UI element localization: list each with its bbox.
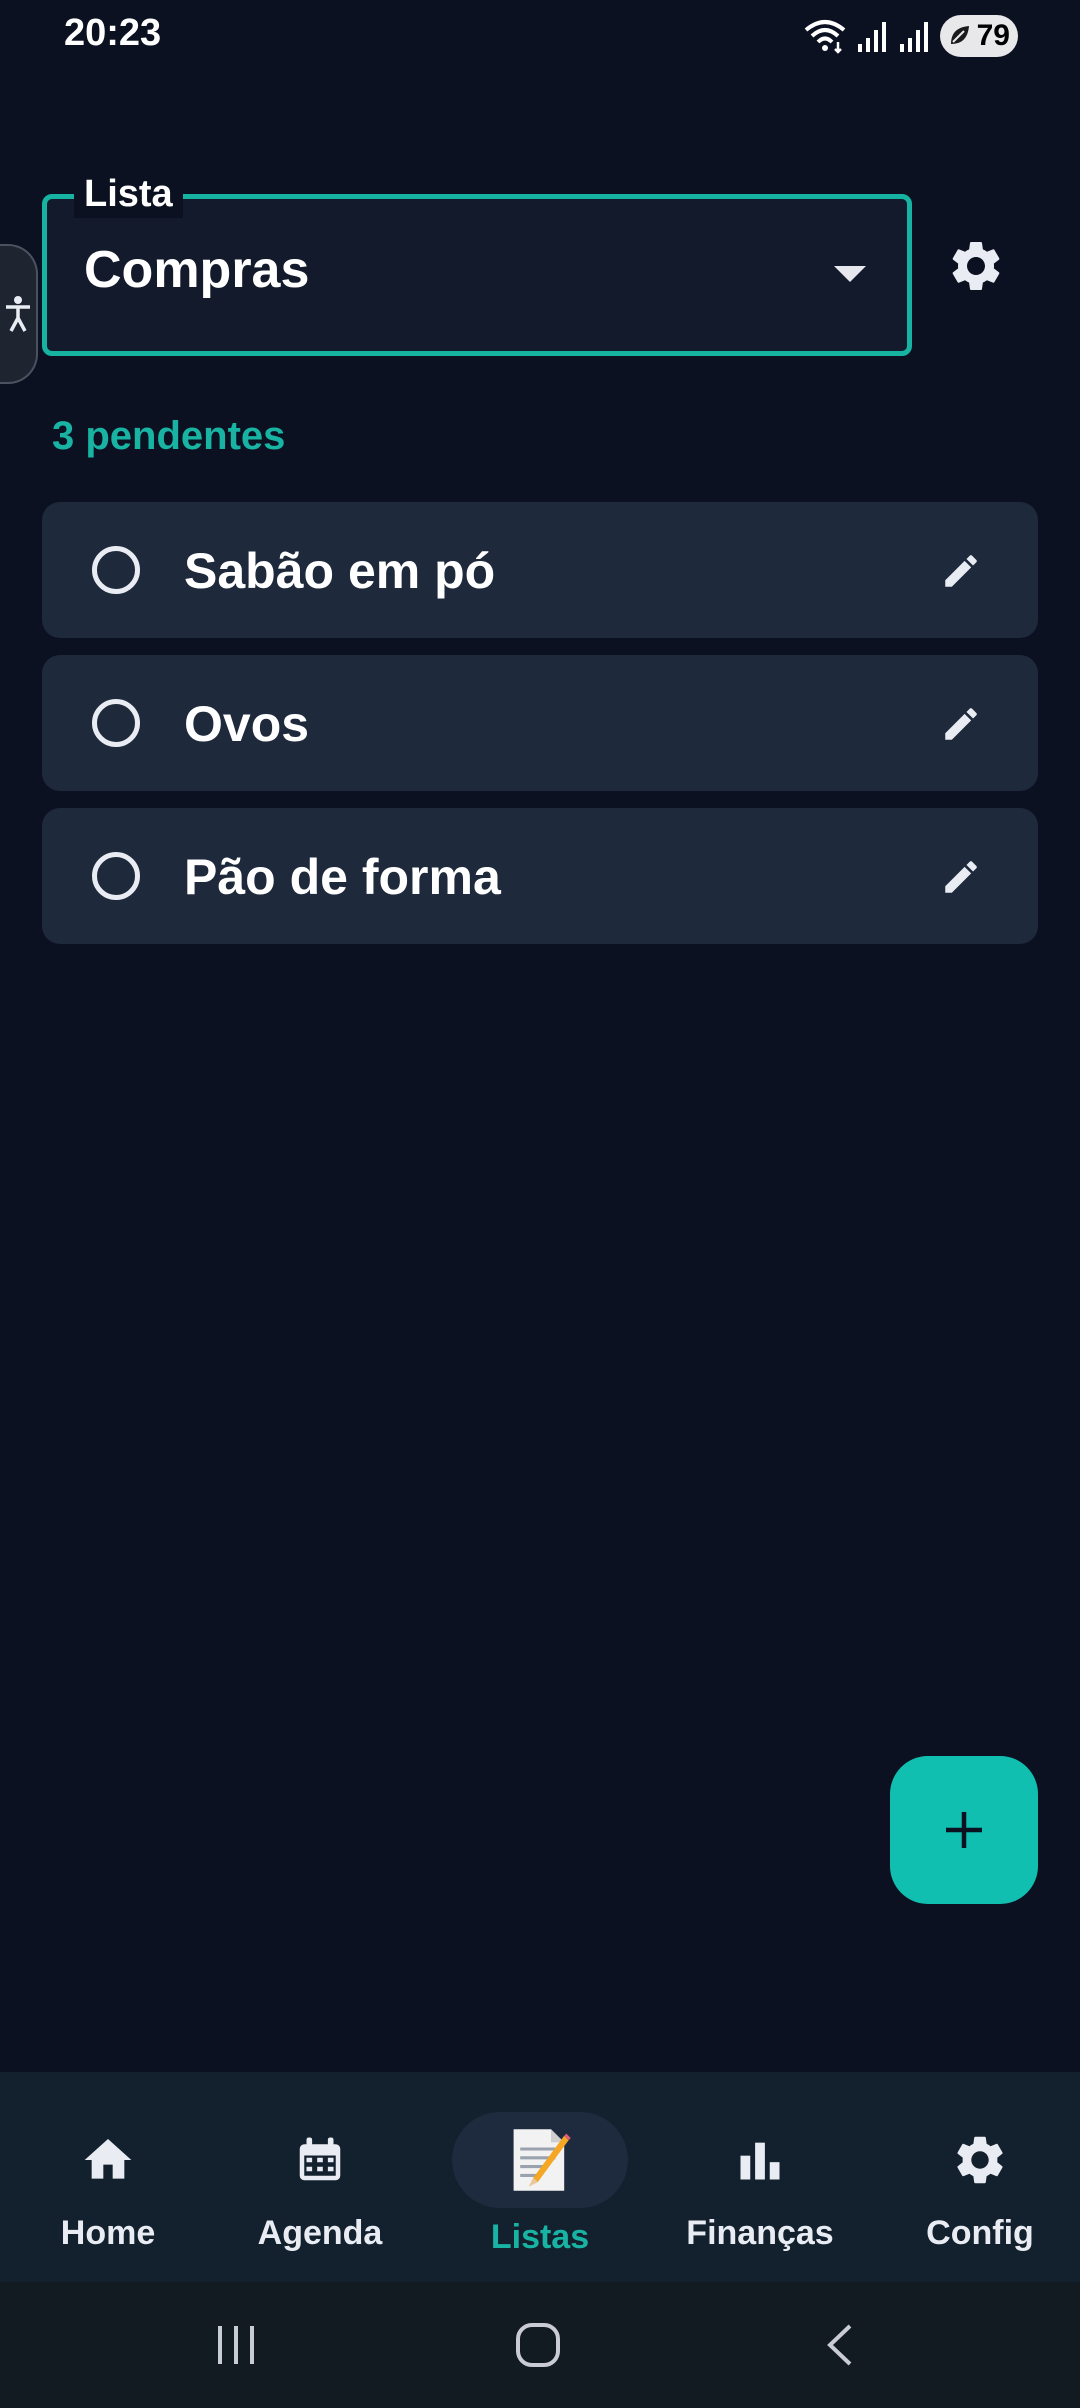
list-item[interactable]: Sabão em pó (42, 502, 1038, 638)
checkbox-circle-icon[interactable] (92, 699, 140, 747)
memo-icon (513, 2129, 571, 2191)
list-item[interactable]: Ovos (42, 655, 1038, 791)
status-time: 20:23 (64, 12, 162, 54)
edit-pencil-icon[interactable] (940, 703, 982, 745)
recent-apps-icon[interactable] (214, 2322, 258, 2368)
chevron-down-icon[interactable] (834, 266, 866, 282)
signal-icon (900, 22, 928, 52)
nav-home-icon-wrap (20, 2112, 196, 2208)
nav-financas-icon-wrap (672, 2112, 848, 2208)
nav-financas[interactable]: Finanças (652, 2072, 868, 2282)
back-icon[interactable] (822, 2322, 858, 2368)
nav-financas-label: Finanças (686, 2214, 834, 2252)
wifi-icon (804, 20, 846, 54)
nav-config[interactable]: Config (872, 2072, 1080, 2282)
item-text: Sabão em pó (184, 543, 496, 599)
battery-level: 79 (976, 19, 1010, 52)
list-settings-gear-icon[interactable] (946, 236, 1006, 296)
edit-pencil-icon[interactable] (940, 856, 982, 898)
nav-config-label: Config (926, 2214, 1034, 2252)
edit-pencil-icon[interactable] (940, 550, 982, 592)
system-nav-bar (0, 2282, 1080, 2408)
gear-icon (957, 2136, 1003, 2184)
nav-agenda-icon-wrap (232, 2112, 408, 2208)
status-icons: 79 (804, 14, 1018, 58)
pending-count: 3 pendentes (52, 414, 286, 458)
add-item-button[interactable] (890, 1756, 1038, 1904)
calendar-icon (299, 2137, 341, 2181)
home-nav-icon[interactable] (514, 2322, 562, 2368)
home-icon (84, 2139, 132, 2179)
list-dropdown-label: Lista (74, 170, 183, 218)
battery-saver-icon (951, 26, 969, 44)
battery-icon: 79 (940, 15, 1018, 57)
nav-home[interactable]: Home (0, 2072, 216, 2282)
checkbox-circle-icon[interactable] (92, 546, 140, 594)
nav-config-icon-wrap (892, 2112, 1068, 2208)
item-text: Ovos (184, 696, 310, 752)
signal-icon (858, 22, 886, 52)
nav-listas-icon-wrap (452, 2112, 628, 2208)
accessibility-icon (6, 296, 30, 332)
item-text: Pão de forma (184, 849, 501, 905)
nav-agenda[interactable]: Agenda (212, 2072, 428, 2282)
list-item[interactable]: Pão de forma (42, 808, 1038, 944)
accessibility-tab[interactable] (0, 244, 38, 384)
list-dropdown-value: Compras (84, 241, 310, 299)
bottom-nav: Home Agenda Listas Finanças Config (0, 2072, 1080, 2282)
plus-icon (946, 1812, 982, 1848)
bar-chart-icon (740, 2142, 780, 2180)
checkbox-circle-icon[interactable] (92, 852, 140, 900)
nav-agenda-label: Agenda (257, 2214, 383, 2252)
nav-listas[interactable]: Listas (432, 2072, 648, 2282)
status-bar: 20:23 79 (0, 0, 1080, 72)
nav-listas-label: Listas (490, 2218, 590, 2256)
nav-home-label: Home (60, 2214, 156, 2252)
